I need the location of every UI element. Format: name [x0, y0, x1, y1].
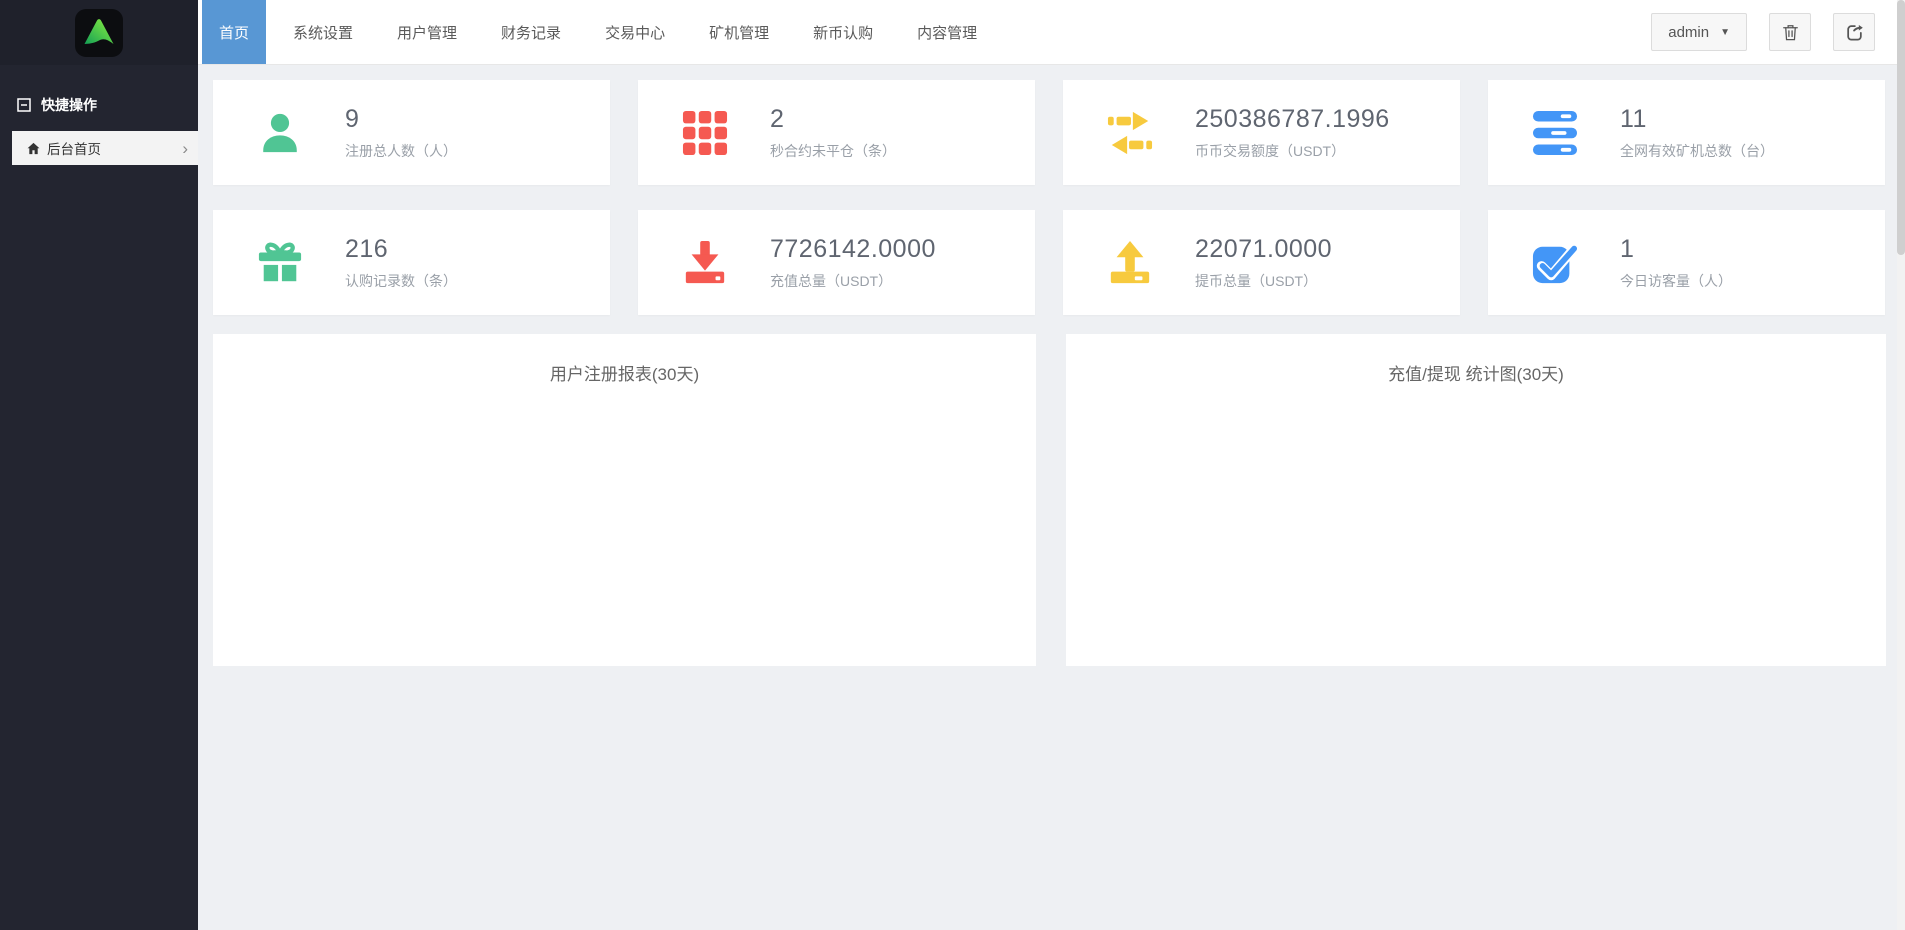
stat-value: 1 — [1620, 234, 1635, 263]
stat-label: 注册总人数（人） — [345, 142, 457, 159]
stat-value: 22071.0000 — [1195, 234, 1333, 263]
user-icon — [257, 110, 303, 156]
stat-value: 250386787.1996 — [1195, 104, 1390, 133]
user-register-chart-panel: 用户注册报表(30天) — [213, 334, 1036, 666]
upload-icon — [1107, 240, 1153, 286]
check-square-icon — [1532, 240, 1578, 286]
sidebar-item-backend-home[interactable]: 后台首页 › — [12, 131, 198, 165]
stat-value: 11 — [1620, 104, 1647, 133]
stat-value: 2 — [770, 104, 785, 133]
download-icon — [682, 240, 728, 286]
stat-label: 提币总量（USDT） — [1195, 272, 1318, 289]
stat-card-withdraw-total: 22071.0000 提币总量（USDT） — [1063, 210, 1460, 315]
server-icon — [1532, 110, 1578, 156]
sidebar: 快捷操作 后台首页 › — [0, 0, 198, 930]
tab-trade-center[interactable]: 交易中心 — [588, 0, 682, 64]
stat-label: 认购记录数（条） — [345, 272, 457, 289]
logo-area — [0, 0, 198, 65]
tab-finance-records[interactable]: 财务记录 — [484, 0, 578, 64]
chevron-right-icon: › — [182, 138, 188, 158]
clear-cache-button[interactable] — [1769, 13, 1811, 51]
home-icon — [26, 141, 41, 156]
stat-label: 全网有效矿机总数（台） — [1620, 142, 1774, 159]
stat-label: 今日访客量（人） — [1620, 272, 1732, 289]
grid-icon — [682, 110, 728, 156]
header-actions: admin ▼ — [1651, 0, 1905, 64]
tab-user-management[interactable]: 用户管理 — [380, 0, 474, 64]
chart-title: 充值/提现 统计图(30天) — [1388, 365, 1564, 384]
tab-system-settings[interactable]: 系统设置 — [276, 0, 370, 64]
nav-tabs: 首页 系统设置 用户管理 财务记录 交易中心 矿机管理 新币认购 内容管理 — [198, 0, 1004, 64]
exchange-arrows-icon — [1107, 110, 1153, 156]
caret-down-icon: ▼ — [1720, 26, 1730, 38]
collapse-icon[interactable] — [17, 98, 31, 112]
tab-miner-management[interactable]: 矿机管理 — [692, 0, 786, 64]
stat-card-trade-volume: 250386787.1996 币币交易额度（USDT） — [1063, 80, 1460, 185]
app-logo-icon — [75, 8, 123, 57]
sidebar-item-label: 后台首页 — [47, 142, 101, 157]
chart-title: 用户注册报表(30天) — [549, 365, 700, 384]
stat-label: 币币交易额度（USDT） — [1195, 142, 1346, 159]
stat-label: 充值总量（USDT） — [770, 272, 893, 289]
tab-content-management[interactable]: 内容管理 — [900, 0, 994, 64]
deposit-withdraw-chart-panel: 充值/提现 统计图(30天) — [1066, 334, 1886, 666]
user-menu-button[interactable]: admin ▼ — [1651, 13, 1747, 51]
stat-card-subscription-records: 216 认购记录数（条） — [213, 210, 610, 315]
stat-value: 7726142.0000 — [770, 234, 936, 263]
sidebar-section-title: 快捷操作 — [41, 97, 97, 113]
stats-grid: 9 注册总人数（人） 2 秒合约未平仓（条） 250386787.1996 币币… — [213, 80, 1905, 315]
stat-value: 9 — [345, 104, 360, 133]
stat-card-open-second-contracts: 2 秒合约未平仓（条） — [638, 80, 1035, 185]
user-menu-label: admin — [1668, 23, 1710, 41]
scrollbar-track[interactable] — [1897, 0, 1905, 930]
stat-card-registered-users: 9 注册总人数（人） — [213, 80, 610, 185]
stat-label: 秒合约未平仓（条） — [770, 142, 896, 159]
top-navbar: 首页 系统设置 用户管理 财务记录 交易中心 矿机管理 新币认购 内容管理 ad… — [198, 0, 1905, 65]
charts-row: 用户注册报表(30天) 充值/提现 统计图(30天) — [213, 334, 1905, 666]
tab-home[interactable]: 首页 — [202, 0, 267, 64]
logout-button[interactable] — [1833, 13, 1875, 51]
tab-new-coin-subscription[interactable]: 新币认购 — [796, 0, 890, 64]
scrollbar-thumb[interactable] — [1897, 0, 1905, 255]
logout-icon — [1845, 23, 1864, 42]
gift-icon — [257, 240, 303, 286]
trash-icon — [1781, 23, 1800, 42]
main-area: 首页 系统设置 用户管理 财务记录 交易中心 矿机管理 新币认购 内容管理 ad… — [198, 0, 1905, 930]
stat-value: 216 — [345, 234, 389, 263]
admin-dashboard: 快捷操作 后台首页 › 首页 系统设置 用户管理 财务记录 交易中心 矿机管理 … — [0, 0, 1905, 930]
stat-card-active-miners: 11 全网有效矿机总数（台） — [1488, 80, 1885, 185]
stat-card-today-visitors: 1 今日访客量（人） — [1488, 210, 1885, 315]
stat-card-deposit-total: 7726142.0000 充值总量（USDT） — [638, 210, 1035, 315]
sidebar-section-header: 快捷操作 — [0, 95, 198, 115]
